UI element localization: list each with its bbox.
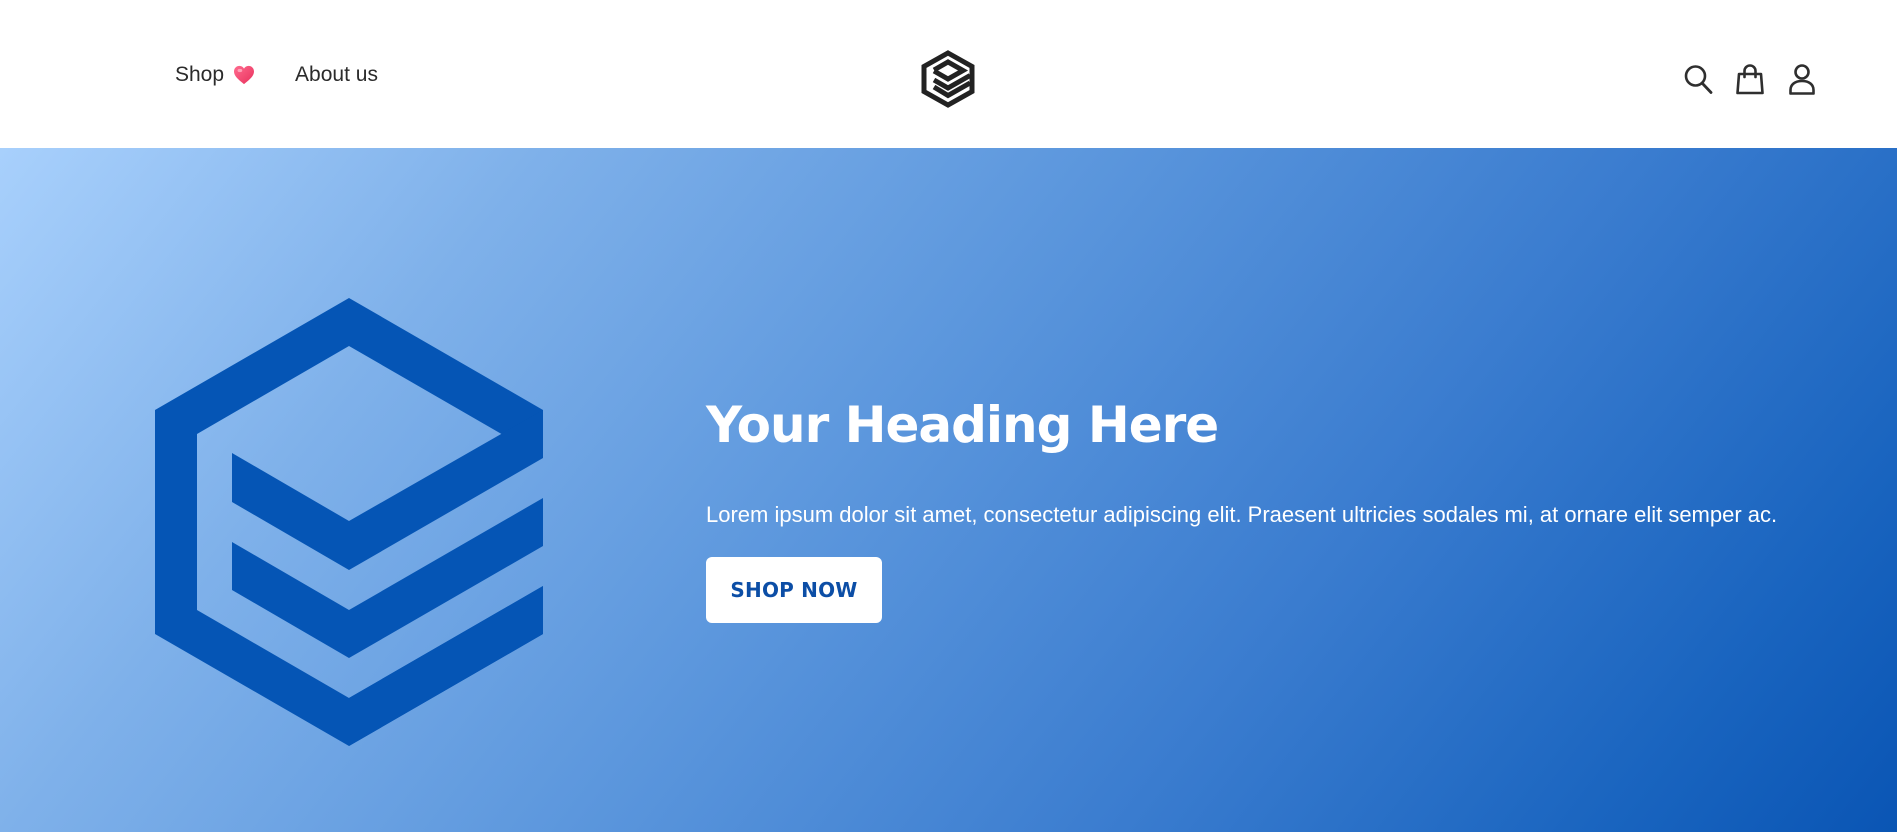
nav-shop-label: Shop bbox=[175, 63, 225, 86]
nav-shop-link[interactable]: Shop bbox=[175, 64, 255, 85]
nav-about-label: About us bbox=[295, 63, 378, 86]
hero-heading: Your Heading Here bbox=[706, 396, 1219, 454]
heart-icon bbox=[234, 65, 255, 84]
header-actions bbox=[1683, 63, 1817, 95]
site-header: Shop About us bbox=[0, 0, 1897, 148]
cube-layers-graphic-icon bbox=[155, 298, 543, 746]
shop-now-button[interactable]: SHOP NOW bbox=[706, 556, 882, 623]
cube-layers-logo-icon bbox=[921, 50, 975, 108]
user-icon bbox=[1789, 64, 1815, 95]
hero-banner: Your Heading Here Lorem ipsum dolor sit … bbox=[0, 148, 1897, 832]
nav-about-link[interactable]: About us bbox=[295, 64, 378, 85]
hero-description: Lorem ipsum dolor sit amet, consectetur … bbox=[706, 502, 1778, 527]
page: Shop About us Your Heading Here Lorem ip… bbox=[0, 0, 1897, 832]
shopping-bag-icon bbox=[1736, 64, 1764, 95]
main-nav: Shop About us bbox=[175, 64, 378, 85]
hero-graphic bbox=[155, 298, 545, 746]
site-logo[interactable] bbox=[920, 49, 976, 109]
search-icon bbox=[1684, 65, 1713, 94]
cart-button[interactable] bbox=[1735, 63, 1765, 95]
search-button[interactable] bbox=[1683, 63, 1713, 95]
hero-content: Your Heading Here Lorem ipsum dolor sit … bbox=[706, 398, 1856, 623]
account-button[interactable] bbox=[1787, 63, 1817, 95]
